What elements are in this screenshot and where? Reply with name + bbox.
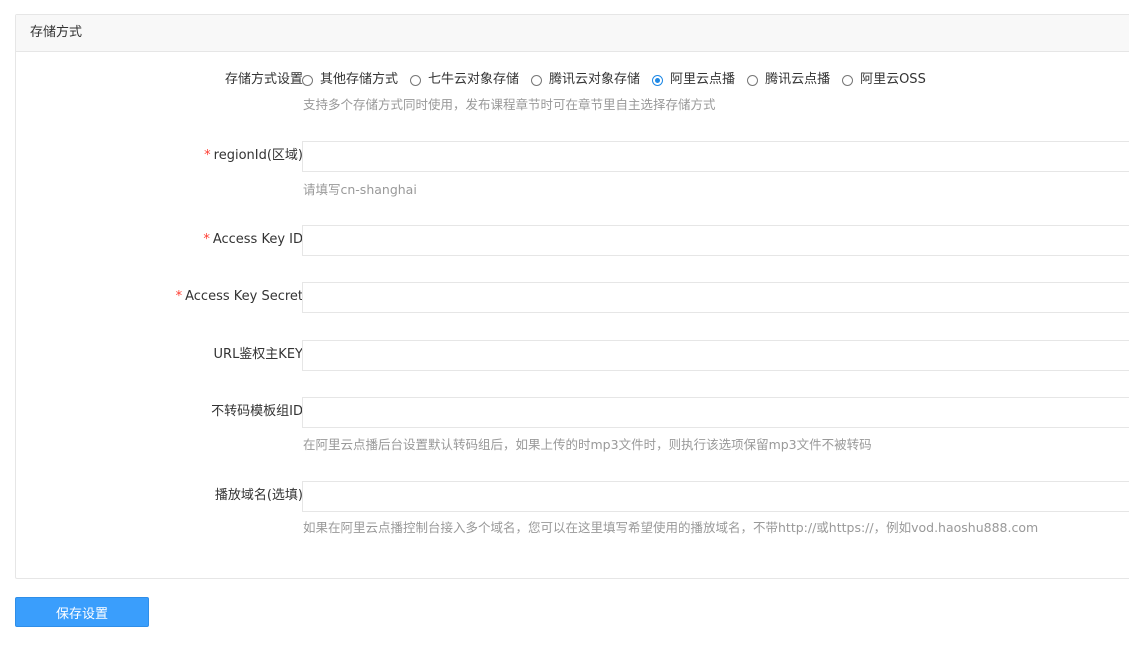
url-auth-key-input[interactable] bbox=[302, 340, 1129, 371]
radio-unchecked-icon[interactable] bbox=[410, 74, 422, 86]
template-group-input[interactable] bbox=[302, 397, 1129, 428]
access-key-secret-label-text: Access Key Secret bbox=[185, 289, 303, 304]
radio-unchecked-icon[interactable] bbox=[842, 74, 854, 86]
play-domain-label: 播放域名(选填) bbox=[214, 488, 303, 503]
required-mark: * bbox=[204, 148, 211, 163]
save-button[interactable]: 保存设置 bbox=[15, 597, 149, 627]
access-key-id-label-text: Access Key ID bbox=[212, 232, 303, 247]
storage-option-3[interactable]: 阿里云点播 bbox=[652, 71, 735, 89]
storage-option-5[interactable]: 阿里云OSS bbox=[842, 71, 926, 89]
storage-method-hint: 支持多个存储方式同时使用，发布课程章节时可在章节里自主选择存储方式 bbox=[303, 97, 716, 112]
template-group-label: 不转码模板组ID bbox=[211, 404, 303, 419]
storage-method-label: 存储方式设置 bbox=[224, 72, 303, 87]
storage-panel: 存储方式 存储方式设置 其他存储方式 七牛云对象存储 腾讯云对象存储 阿里云点播 腾讯云… bbox=[15, 14, 1129, 579]
storage-option-1[interactable]: 七牛云对象存储 bbox=[410, 71, 519, 89]
region-label-text: regionId(区域) bbox=[213, 148, 303, 163]
access-key-id-input[interactable] bbox=[302, 225, 1129, 256]
access-key-secret-label: * Access Key Secret bbox=[23, 288, 303, 306]
template-group-hint: 在阿里云点播后台设置默认转码组后，如果上传的时mp3文件时，则执行该选项保留mp… bbox=[303, 437, 872, 452]
storage-option-label: 腾讯云对象存储 bbox=[549, 72, 641, 87]
radio-checked-icon[interactable] bbox=[652, 74, 664, 86]
access-key-id-label: * Access Key ID bbox=[23, 231, 303, 249]
region-label: * regionId(区域) bbox=[23, 147, 303, 165]
storage-option-2[interactable]: 腾讯云对象存储 bbox=[531, 71, 640, 89]
required-mark: * bbox=[203, 232, 210, 247]
radio-unchecked-icon[interactable] bbox=[531, 74, 543, 86]
region-hint: 请填写cn-shanghai bbox=[303, 182, 417, 197]
storage-option-4[interactable]: 腾讯云点播 bbox=[747, 71, 830, 89]
panel-title: 存储方式 bbox=[16, 15, 1129, 52]
region-input[interactable] bbox=[302, 141, 1129, 172]
storage-option-label: 阿里云点播 bbox=[670, 72, 736, 87]
play-domain-hint: 如果在阿里云点播控制台接入多个域名，您可以在这里填写希望使用的播放域名，不带ht… bbox=[303, 520, 1039, 535]
play-domain-input[interactable] bbox=[302, 481, 1129, 512]
radio-unchecked-icon[interactable] bbox=[747, 74, 759, 86]
storage-option-label: 其他存储方式 bbox=[320, 72, 399, 87]
radio-unchecked-icon[interactable] bbox=[302, 74, 313, 86]
storage-option-label: 腾讯云点播 bbox=[765, 72, 831, 87]
storage-method-radio-group: 其他存储方式 七牛云对象存储 腾讯云对象存储 阿里云点播 腾讯云点播 阿里云OSS bbox=[302, 71, 938, 89]
storage-option-label: 七牛云对象存储 bbox=[428, 72, 520, 87]
storage-option-0[interactable]: 其他存储方式 bbox=[302, 71, 398, 89]
url-auth-key-label: URL鉴权主KEY bbox=[213, 347, 303, 362]
required-mark: * bbox=[175, 289, 183, 304]
storage-option-label: 阿里云OSS bbox=[860, 72, 926, 87]
access-key-secret-input[interactable] bbox=[302, 282, 1129, 313]
